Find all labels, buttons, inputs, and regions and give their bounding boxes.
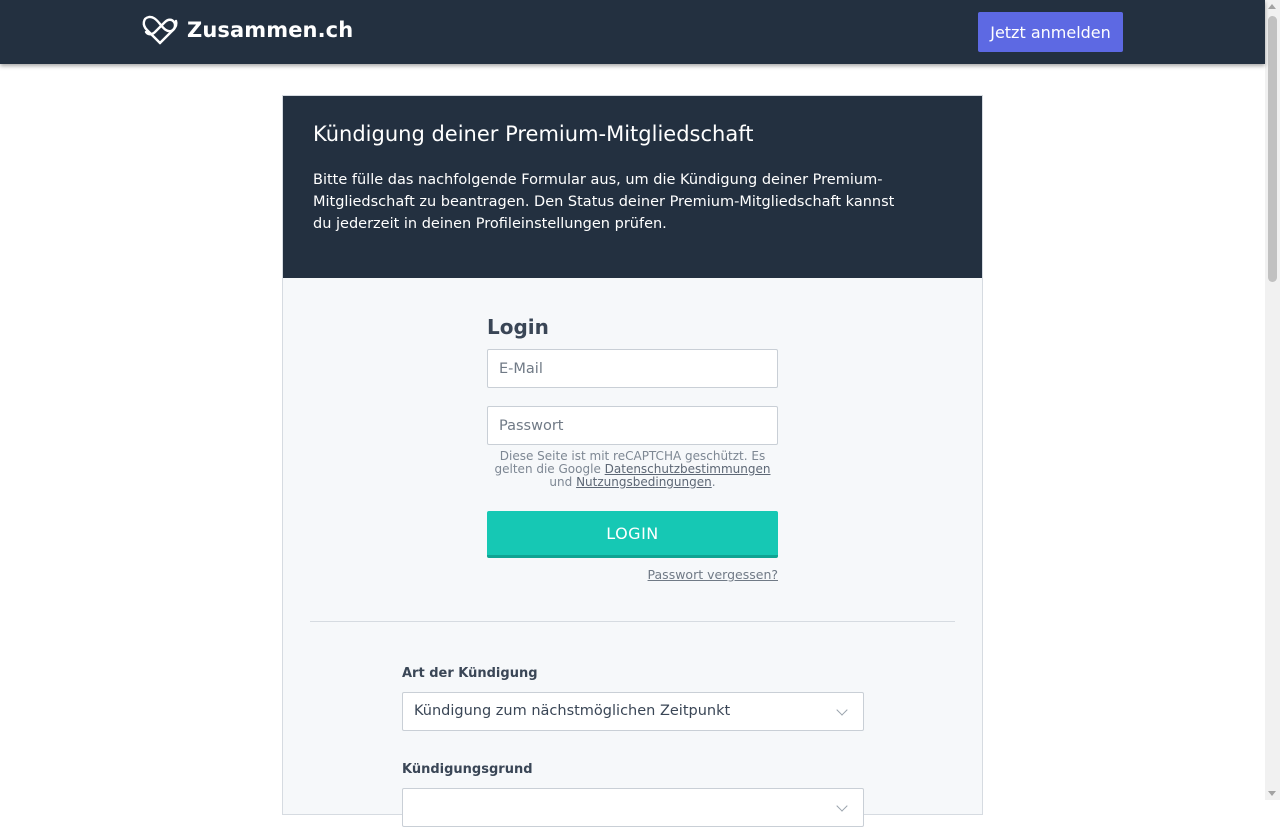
forgot-password-link[interactable]: Passwort vergessen? bbox=[487, 567, 778, 582]
cancellation-type-value: Kündigung zum nächstmöglichen Zeitpunkt bbox=[414, 703, 731, 719]
scroll-down-arrow-icon[interactable] bbox=[1268, 791, 1276, 796]
password-field[interactable] bbox=[487, 406, 778, 445]
scrollbar-thumb[interactable] bbox=[1268, 16, 1277, 282]
card-header: Kündigung deiner Premium-Mitgliedschaft … bbox=[283, 96, 982, 278]
chevron-down-icon bbox=[836, 800, 848, 812]
recaptcha-end-text: . bbox=[711, 475, 716, 489]
page-title: Kündigung deiner Premium-Mitgliedschaft bbox=[313, 122, 754, 146]
logo[interactable]: Zusammen.ch bbox=[141, 14, 353, 46]
cancellation-type-select[interactable]: Kündigung zum nächstmöglichen Zeitpunkt bbox=[402, 692, 864, 731]
heart-infinity-icon bbox=[142, 15, 178, 45]
recaptcha-and-text: und bbox=[549, 475, 577, 489]
cancellation-reason-label: Kündigungsgrund bbox=[402, 762, 533, 777]
login-title: Login bbox=[487, 315, 549, 339]
scroll-up-arrow-icon[interactable] bbox=[1268, 4, 1276, 9]
privacy-policy-link[interactable]: Datenschutzbestimmungen bbox=[605, 462, 771, 476]
section-divider bbox=[310, 621, 955, 622]
signup-button[interactable]: Jetzt anmelden bbox=[978, 12, 1123, 52]
cancellation-reason-select[interactable] bbox=[402, 788, 864, 827]
terms-link[interactable]: Nutzungsbedingungen bbox=[576, 475, 712, 489]
login-button[interactable]: LOGIN bbox=[487, 511, 778, 558]
logo-text: Zusammen.ch bbox=[187, 18, 354, 42]
chevron-down-icon bbox=[836, 704, 848, 716]
top-navigation-bar: Zusammen.ch Jetzt anmelden bbox=[0, 0, 1265, 64]
recaptcha-notice: Diese Seite ist mit reCAPTCHA geschützt.… bbox=[487, 450, 778, 489]
email-field[interactable] bbox=[487, 349, 778, 388]
page-description: Bitte fülle das nachfolgende Formular au… bbox=[313, 172, 895, 232]
cancellation-card: Kündigung deiner Premium-Mitgliedschaft … bbox=[282, 95, 983, 827]
cancellation-type-label: Art der Kündigung bbox=[402, 666, 538, 681]
page-scrollbar[interactable] bbox=[1265, 0, 1280, 800]
